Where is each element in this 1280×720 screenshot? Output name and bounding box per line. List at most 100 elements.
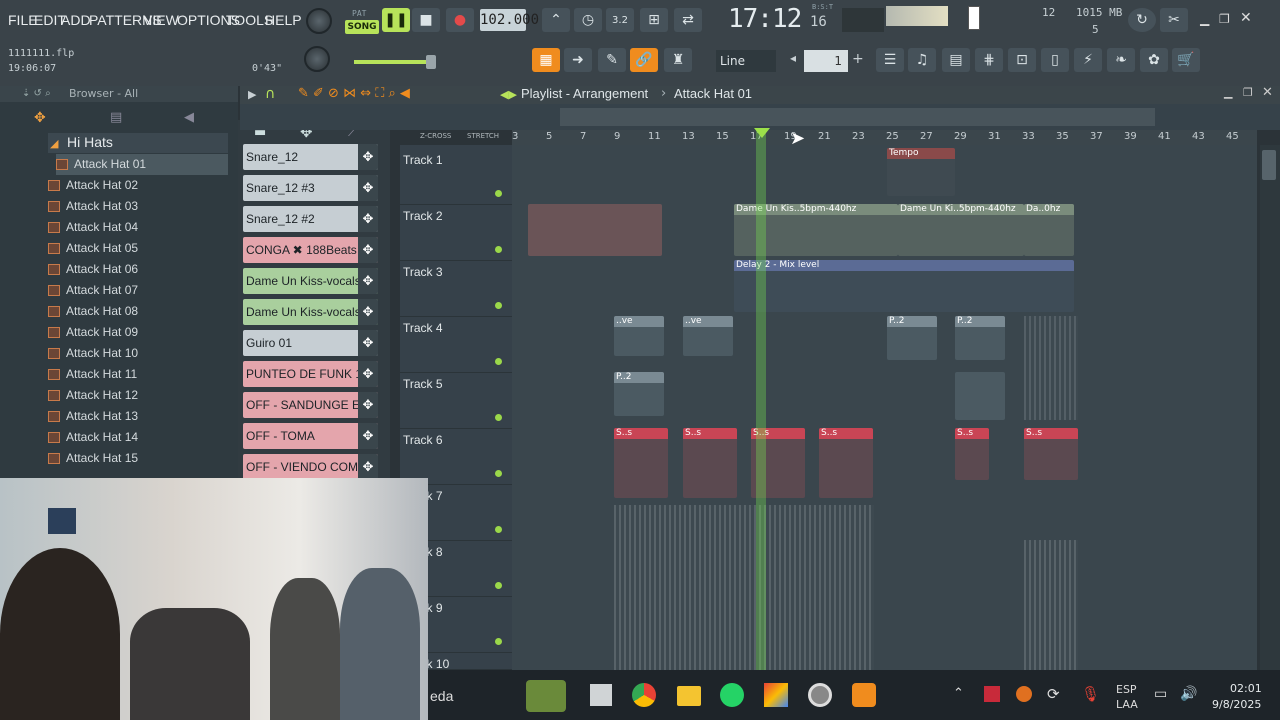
channel-item[interactable]: Dame Un Kiss-vocals.. ✥ [243, 268, 378, 294]
ss-clip-2[interactable]: S..s [683, 428, 737, 498]
browser-nav-icon[interactable]: ⇣ ↺ ⌕ [22, 88, 51, 99]
restore-icon[interactable]: ❐ [1219, 12, 1230, 26]
browser-item[interactable]: Attack Hat 01 [56, 154, 228, 175]
track-header[interactable]: Track 3 [400, 261, 512, 317]
record-icon[interactable]: ● [446, 8, 474, 32]
browser-item[interactable]: Attack Hat 09 [48, 322, 228, 343]
playlist-arrow-icon[interactable]: ◀▶ [500, 88, 517, 101]
channel-rack-icon[interactable]: ♫ [908, 48, 936, 72]
browser-item[interactable]: Attack Hat 08 [48, 301, 228, 322]
keyboard-layout[interactable]: LAA [1116, 698, 1138, 711]
tempo-display[interactable]: 102.000 [480, 9, 539, 31]
file-explorer-icon[interactable] [677, 686, 701, 706]
mixer-icon[interactable]: ☰ [876, 48, 904, 72]
channel-drag-icon[interactable]: ✥ [358, 175, 378, 201]
channel-item[interactable]: OFF - TOMA ✥ [243, 423, 378, 449]
audio-clip-3[interactable]: Da..0hz [1024, 204, 1074, 256]
scrollbar-thumb[interactable] [1262, 150, 1276, 180]
refresh-icon[interactable]: ↻ [1128, 8, 1156, 32]
playlist-icon[interactable]: ▦ [532, 48, 560, 72]
channel-drag-icon[interactable]: ✥ [358, 454, 378, 480]
audio-clip-2[interactable]: Dame Un Ki..5bpm-440hz [898, 204, 1024, 256]
track-enable-indicator[interactable] [495, 526, 502, 533]
tempo-automation-clip[interactable]: Tempo [887, 148, 955, 196]
stop-icon[interactable]: ■ [412, 8, 440, 32]
taskbar-widget-icon[interactable] [526, 680, 566, 712]
play-arrow-icon[interactable]: ▶ [248, 88, 256, 101]
master-volume-knob[interactable] [306, 8, 332, 34]
loop-record-icon[interactable]: ⇄ [674, 8, 702, 32]
step-edit-icon[interactable]: ⊞ [640, 8, 668, 32]
drum-clips-block[interactable] [614, 505, 874, 670]
whatsapp-icon[interactable] [720, 683, 744, 707]
channel-item[interactable]: Dame Un Kiss-vocals.. ✥ [243, 299, 378, 325]
file-icon[interactable]: ▯ [1041, 48, 1069, 72]
taskbar-time[interactable]: 02:01 [1230, 682, 1262, 695]
drum-clips-block-2[interactable] [1024, 540, 1078, 670]
volume-slider-handle[interactable] [426, 55, 436, 69]
metronome-icon[interactable]: ⌃ [542, 8, 570, 32]
taskbar-date[interactable]: 9/8/2025 [1212, 698, 1261, 711]
channel-drag-icon[interactable]: ✥ [358, 330, 378, 356]
playlist-close-icon[interactable]: ✕ [1262, 85, 1273, 100]
track-enable-indicator[interactable] [495, 470, 502, 477]
pattern-clip-ve-1[interactable]: ..ve [614, 316, 664, 356]
task-view-icon[interactable] [590, 684, 612, 706]
stretch-label[interactable]: STRETCH [467, 132, 499, 140]
track-header[interactable]: Track 2 [400, 205, 512, 261]
tray-sync-icon[interactable]: ⟳ [1047, 685, 1060, 703]
ss-clip-5[interactable]: S..s [955, 428, 989, 480]
plug-icon[interactable]: ⚡ [1074, 48, 1102, 72]
channel-drag-icon[interactable]: ✥ [358, 144, 378, 170]
browser-item[interactable]: Attack Hat 12 [48, 385, 228, 406]
master-volume-slider[interactable] [354, 60, 432, 64]
magnet-icon[interactable]: ∩ [265, 86, 275, 102]
browser-item[interactable]: Attack Hat 03 [48, 196, 228, 217]
close-icon[interactable]: ✕ [1240, 10, 1252, 26]
browser-item[interactable]: Attack Hat 06 [48, 259, 228, 280]
menu-view[interactable]: VIEW [143, 10, 179, 30]
pat-label[interactable]: PAT [352, 9, 366, 18]
stamp-icon[interactable]: ♜ [664, 48, 692, 72]
channel-drag-icon[interactable]: ✥ [358, 361, 378, 387]
track-header[interactable]: Track 5 [400, 373, 512, 429]
channel-drag-icon[interactable]: ✥ [358, 423, 378, 449]
delay-automation-clip[interactable]: Delay 2 - Mix level [734, 260, 1074, 312]
wait-input-icon[interactable]: ◷ [574, 8, 602, 32]
channel-item[interactable]: Guiro 01 ✥ [243, 330, 378, 356]
browser-item[interactable]: Attack Hat 13 [48, 406, 228, 427]
pattern-clip-p2-3[interactable]: P..2 [614, 372, 664, 416]
ss-clip-1[interactable]: S..s [614, 428, 668, 498]
prev-pattern-icon[interactable]: ◂ [790, 51, 796, 65]
playhead-marker-icon[interactable] [754, 128, 770, 138]
bird-icon[interactable]: ❧ [1107, 48, 1135, 72]
browser-speaker-icon[interactable]: ◀ [184, 110, 194, 125]
tray-chevron-icon[interactable]: ⌃ [953, 686, 964, 701]
channel-item[interactable]: Snare_12 ✥ [243, 144, 378, 170]
track-enable-indicator[interactable] [495, 246, 502, 253]
playlist-maximize-icon[interactable]: ❐ [1243, 86, 1253, 99]
browser-item[interactable]: Attack Hat 11 [48, 364, 228, 385]
channel-item[interactable]: OFF - VIENDO COMO.. ✥ [243, 454, 378, 480]
playlist-minimize-icon[interactable]: ▁ [1224, 86, 1232, 99]
cart-icon[interactable]: 🛒 [1172, 48, 1200, 72]
song-mode-button[interactable]: SONG [345, 20, 379, 34]
add-pattern-icon[interactable]: + [852, 51, 864, 67]
track-header[interactable]: Track 1 [400, 149, 512, 205]
channel-drag-icon[interactable]: ✥ [358, 299, 378, 325]
playlist-overview-scrollbar[interactable] [560, 108, 1155, 126]
chrome-icon[interactable] [632, 683, 656, 707]
microphone-icon[interactable]: 🎙 [1081, 685, 1100, 703]
minimize-icon[interactable]: ▁ [1200, 12, 1209, 26]
pattern-clip-p2-1[interactable]: P..2 [887, 316, 937, 360]
channel-item[interactable]: OFF - SANDUNGE E O ✥ [243, 392, 378, 418]
fruit-icon[interactable]: ✿ [1140, 48, 1168, 72]
track-enable-indicator[interactable] [495, 302, 502, 309]
ss-clip-6[interactable]: S..s [1024, 428, 1078, 480]
channel-item[interactable]: Snare_12 #2 ✥ [243, 206, 378, 232]
drum-clips-block-3[interactable] [1024, 316, 1078, 420]
countdown-icon[interactable]: 3.2 [606, 8, 634, 32]
playlist-tools-icon[interactable]: ✎ ✐ ⊘ ⋈ ⇔ ⛶ ⌕ ◀ [298, 86, 410, 101]
cut-icon[interactable]: ✂ [1160, 8, 1188, 32]
piano-roll-icon[interactable]: ▤ [942, 48, 970, 72]
